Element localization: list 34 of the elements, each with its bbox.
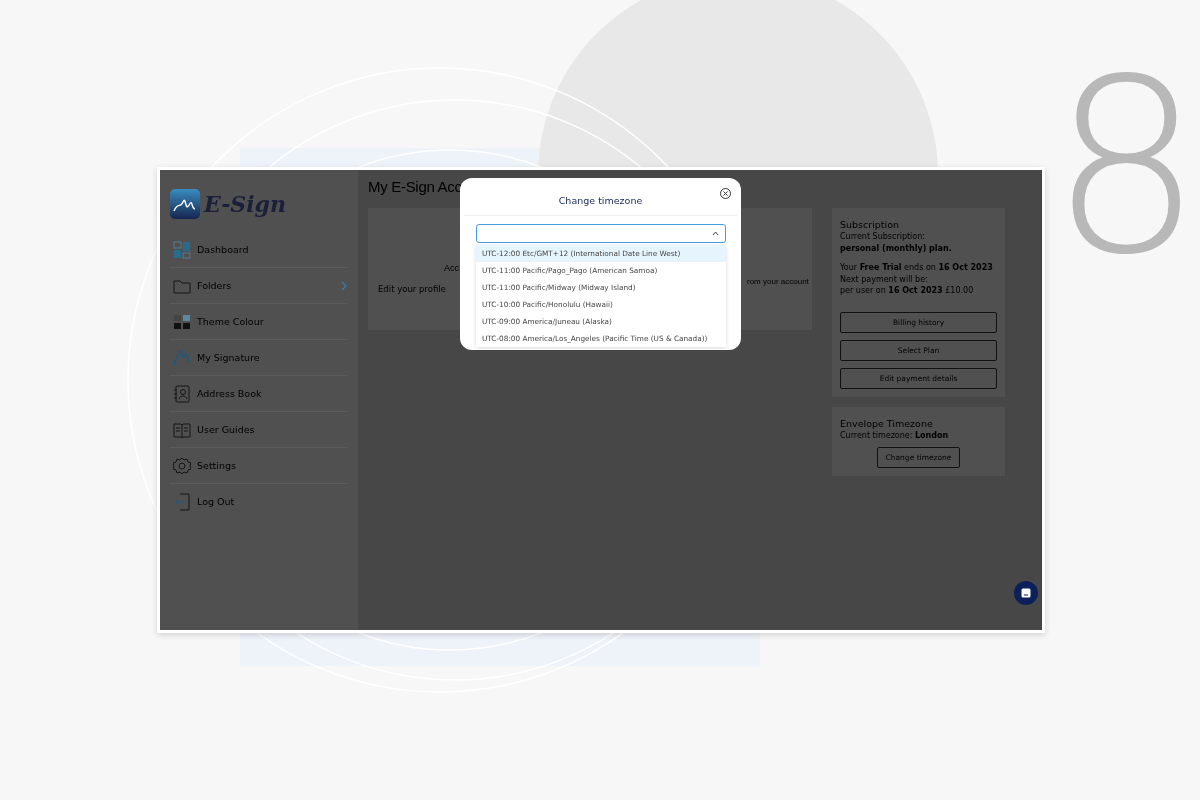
logo-icon	[170, 189, 200, 219]
subscription-text: personal (monthly) plan.	[840, 242, 953, 254]
chat-icon	[1021, 588, 1031, 598]
card-title: Envelope Timezone	[840, 416, 934, 430]
sidebar-item[interactable]: Settings	[170, 448, 348, 484]
close-icon[interactable]	[720, 188, 731, 199]
step-number: 8	[1050, 48, 1200, 288]
profile-link[interactable]: Edit your profile	[378, 284, 446, 294]
subscription-text: Current Subscription:	[840, 231, 926, 243]
menu-icon	[173, 240, 191, 259]
chevron-icon	[712, 231, 719, 236]
sidebar-item[interactable]: Theme Colour	[170, 304, 348, 340]
page-title: My E-Sign Acc	[368, 178, 462, 196]
timezone-select[interactable]	[476, 224, 726, 243]
subscription-text: per user on 16 Oct 2023 £10.00	[840, 285, 975, 297]
menu-icon	[173, 456, 191, 475]
card-text: rom your account	[747, 277, 809, 286]
sidebar-item[interactable]: User Guides	[170, 412, 348, 448]
card-heading: Acc	[444, 263, 459, 273]
menu-icon	[173, 312, 191, 331]
menu-icon	[173, 384, 191, 403]
menu-icon	[173, 420, 191, 439]
subscription-text: Next payment will be:	[840, 273, 929, 285]
dialog-title: Change timezone	[557, 194, 644, 208]
subscription-text: Your Free Trial ends on 16 Oct 2023	[840, 262, 994, 274]
sidebar-item[interactable]: Folders	[170, 268, 348, 304]
sidebar-item[interactable]: Dashboard	[170, 232, 348, 268]
sidebar-item[interactable]: Address Book	[170, 376, 348, 412]
menu-icon	[173, 348, 191, 367]
current-timezone: Current timezone: London	[840, 429, 950, 441]
menu-icon	[173, 492, 191, 511]
card-title: Subscription	[840, 218, 901, 231]
sidebar-item[interactable]: Log Out	[170, 484, 348, 519]
sidebar-item[interactable]: My Signature	[170, 340, 348, 376]
